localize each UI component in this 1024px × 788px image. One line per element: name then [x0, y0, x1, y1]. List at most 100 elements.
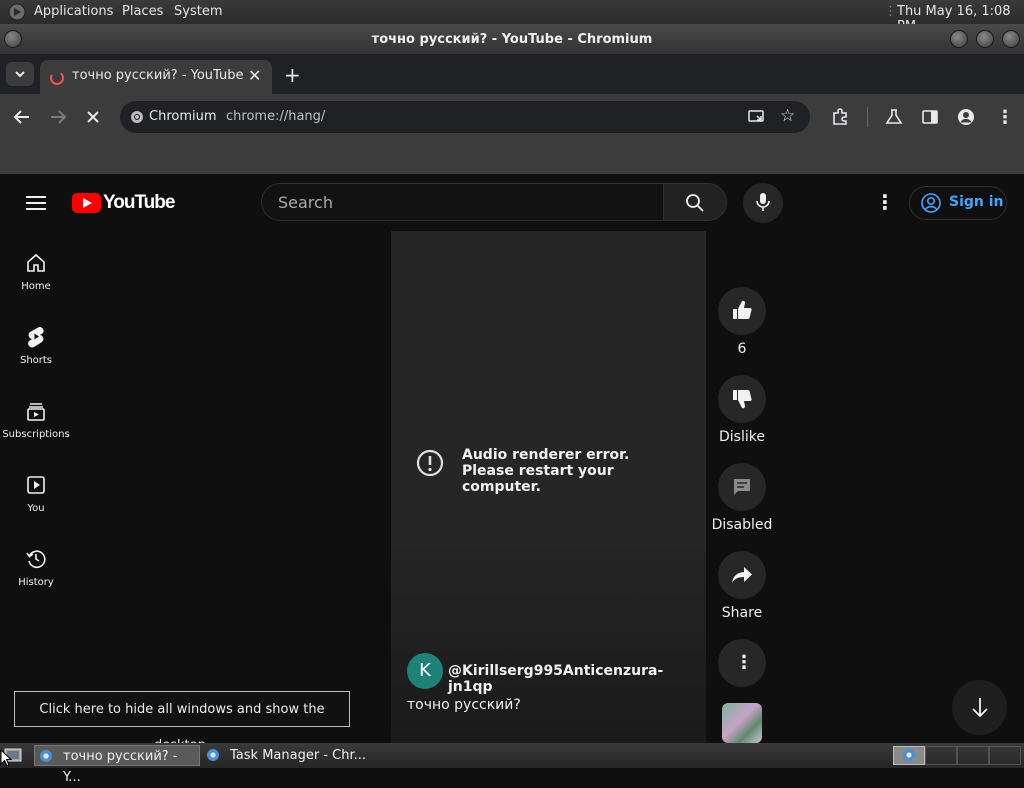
stop-loading-icon[interactable]	[86, 110, 100, 124]
tab-favicon-icon	[50, 71, 64, 85]
channel-name[interactable]: @Kirillserg995Anticenzura-jn1qp	[448, 663, 706, 695]
workspace-2[interactable]	[925, 746, 957, 765]
you-icon	[27, 476, 45, 494]
youtube-logo[interactable]: YouTube	[72, 192, 175, 214]
sound-thumbnail[interactable]	[722, 703, 762, 743]
toolbar-separator	[867, 107, 868, 127]
window-menu-button[interactable]	[4, 30, 22, 48]
arrow-down-icon	[972, 698, 988, 718]
more-vertical-icon: ⋮	[735, 652, 753, 673]
labs-flask-icon[interactable]	[885, 108, 903, 126]
back-icon[interactable]	[13, 109, 31, 125]
side-panel-icon[interactable]	[921, 108, 939, 126]
settings-more-icon[interactable]: ⋮	[875, 190, 895, 214]
thumbs-up-icon	[733, 300, 752, 320]
youtube-play-logo-icon	[72, 193, 101, 213]
shorts-icon	[28, 326, 44, 348]
window-title: точно русский? - YouTube - Chromium	[371, 32, 653, 47]
omnibox[interactable]: Chromium chrome://hang/ ☆	[120, 101, 810, 133]
forward-icon[interactable]	[49, 109, 67, 125]
new-tab-button[interactable]: +	[284, 63, 301, 87]
like-button[interactable]	[718, 287, 766, 335]
error-alert-icon	[416, 449, 444, 477]
tab-title: точно русский? - YouTube	[72, 68, 244, 83]
sign-in-label: Sign in	[949, 194, 1004, 210]
comments-label: Disabled	[711, 517, 773, 533]
taskbar-item-youtube[interactable]: точно русский? - Y...	[34, 745, 200, 785]
chrome-menu-icon[interactable]: ⋮	[996, 107, 1014, 128]
comment-icon	[734, 479, 750, 495]
show-desktop-tooltip: Click here to hide all windows and show …	[14, 691, 350, 753]
tab-close-icon[interactable]: ✕	[248, 66, 261, 85]
panel-separator: ⋮	[884, 4, 897, 19]
workspace-3[interactable]	[957, 746, 989, 765]
tab-search-button[interactable]	[6, 62, 34, 86]
shorts-video-player[interactable]: Audio renderer error. Please restart you…	[391, 231, 706, 743]
tab-active[interactable]: точно русский? - YouTube ✕	[40, 60, 272, 94]
taskbar-item-task-manager-label: Task Manager - Chr...	[230, 748, 366, 763]
like-count: 6	[737, 341, 747, 357]
install-app-icon[interactable]	[748, 109, 766, 125]
sidebar-label-subscriptions: Subscriptions	[2, 429, 70, 440]
youtube-logo-text: YouTube	[103, 192, 175, 213]
sidebar-label-home: Home	[21, 281, 51, 292]
more-actions-button[interactable]: ⋮	[718, 639, 766, 687]
comments-button[interactable]	[718, 463, 766, 511]
thumbs-down-icon	[733, 389, 752, 409]
bookmark-star-icon[interactable]: ☆	[780, 106, 795, 126]
search-input[interactable]: Search	[261, 183, 663, 221]
url-text[interactable]: chrome://hang/	[226, 109, 325, 124]
account-circle-icon	[921, 193, 941, 213]
mouse-cursor-icon	[0, 749, 12, 767]
voice-search-button[interactable]	[743, 183, 783, 223]
taskbar-item-task-manager[interactable]: Task Manager - Chr...	[202, 745, 368, 766]
site-chip[interactable]: Chromium	[149, 109, 217, 124]
sidebar-label-you: You	[27, 503, 45, 514]
search-button[interactable]	[663, 183, 727, 221]
share-button[interactable]	[718, 551, 766, 599]
search-icon	[686, 194, 704, 212]
system-menu[interactable]: System	[174, 4, 222, 19]
hamburger-menu-icon[interactable]	[26, 195, 46, 211]
chevron-down-icon	[15, 71, 25, 78]
error-message: Audio renderer error. Please restart you…	[462, 447, 630, 495]
profile-icon[interactable]	[957, 108, 975, 126]
workspace-window-icon	[903, 749, 915, 761]
dislike-label: Dislike	[719, 429, 765, 445]
sidebar-item-subscriptions[interactable]: Subscriptions	[0, 388, 72, 454]
sidebar-label-shorts: Shorts	[19, 355, 53, 366]
share-arrow-icon	[732, 567, 752, 583]
share-label: Share	[721, 605, 763, 621]
applications-menu[interactable]: Applications	[34, 4, 113, 19]
infobar-area	[0, 140, 1024, 174]
sidebar-item-history[interactable]: History	[0, 536, 72, 602]
workspace-1[interactable]	[893, 746, 925, 765]
video-caption: точно русский?	[407, 697, 521, 713]
minimize-button[interactable]	[950, 30, 968, 48]
subscriptions-icon	[27, 403, 45, 421]
chromium-task-icon	[207, 749, 219, 761]
top-panel: Applications Places System ⋮ Thu May 16,…	[0, 0, 1024, 34]
extensions-icon[interactable]	[831, 108, 849, 126]
distro-logo-icon[interactable]	[8, 3, 26, 21]
sidebar-item-you[interactable]: You	[0, 462, 72, 528]
next-video-button[interactable]	[952, 680, 1007, 735]
home-icon	[27, 253, 45, 272]
sidebar-item-home[interactable]: Home	[0, 240, 72, 306]
window-titlebar[interactable]: точно русский? - YouTube - Chromium	[0, 24, 1024, 54]
sidebar-label-history: History	[18, 577, 54, 588]
taskbar: точно русский? - Y... Task Manager - Chr…	[0, 743, 1024, 785]
places-menu[interactable]: Places	[122, 4, 163, 19]
microphone-icon	[756, 193, 770, 211]
workspace-4[interactable]	[989, 746, 1021, 765]
chromium-logo-icon	[131, 111, 143, 123]
maximize-button[interactable]	[976, 30, 994, 48]
dislike-button[interactable]	[718, 375, 766, 423]
chromium-task-icon	[40, 750, 52, 762]
taskbar-item-youtube-label: точно русский? - Y...	[63, 749, 178, 785]
sign-in-button[interactable]: Sign in	[909, 186, 1007, 220]
channel-avatar[interactable]: K	[407, 653, 443, 689]
history-icon	[26, 550, 46, 569]
sidebar-item-shorts[interactable]: Shorts	[0, 314, 72, 380]
close-window-button[interactable]	[1002, 30, 1020, 48]
